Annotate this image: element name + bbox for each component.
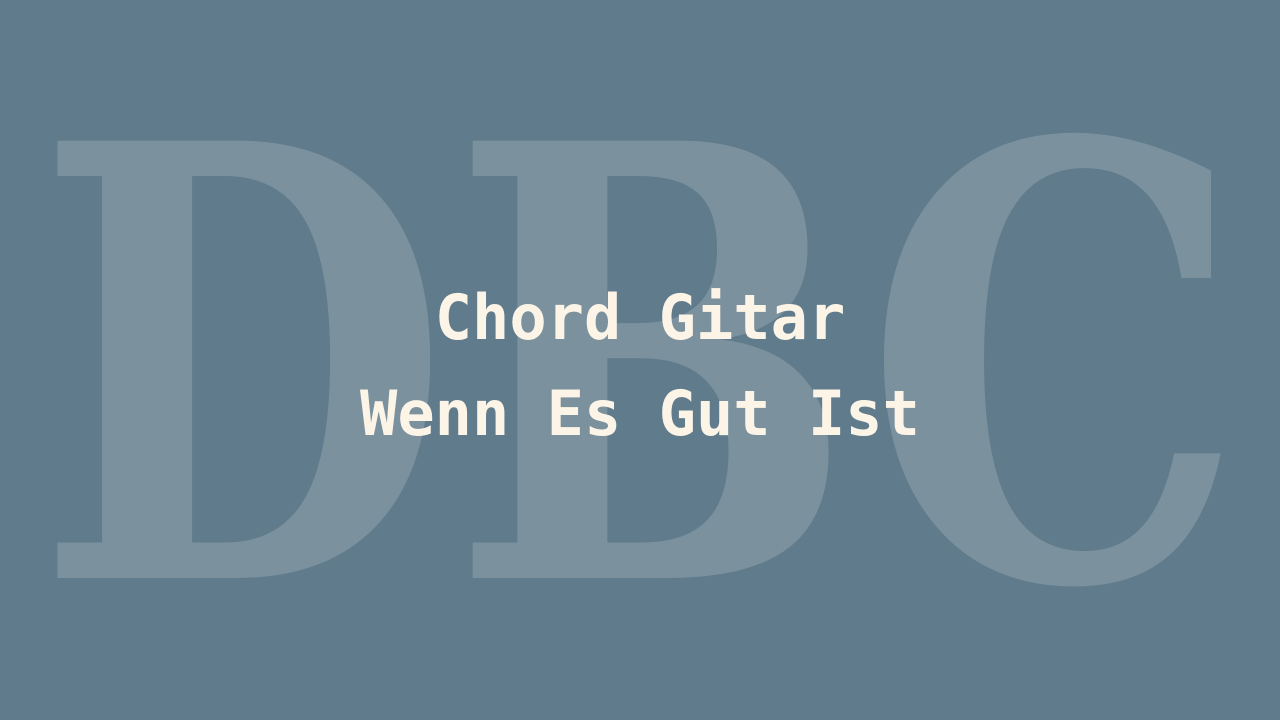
title-line-1: Chord Gitar: [434, 281, 846, 354]
title-line-2: Wenn Es Gut Ist: [360, 377, 920, 450]
page-title: Chord Gitar Wenn Es Gut Ist: [0, 270, 1280, 462]
thumbnail-canvas: DBC Chord Gitar Wenn Es Gut Ist: [0, 0, 1280, 720]
